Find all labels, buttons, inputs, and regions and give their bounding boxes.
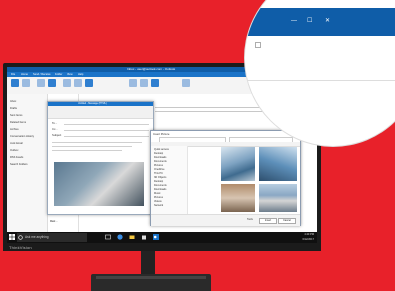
nav-item[interactable]: Network <box>154 204 163 207</box>
dialog-title: Insert Picture <box>153 132 170 136</box>
nav-item[interactable]: Documents <box>154 184 167 187</box>
folder-item[interactable]: Outbox <box>10 149 18 152</box>
maximize-button[interactable]: ☐ <box>307 17 312 25</box>
delete-button[interactable] <box>37 79 45 87</box>
task-view-icon[interactable] <box>105 234 111 240</box>
folder-item[interactable]: Sent Items <box>10 114 22 117</box>
nav-item[interactable]: 3D Objects <box>154 176 166 179</box>
clock-date: 6/12/2017 <box>302 237 314 241</box>
list-item[interactable]: Mark ... <box>50 220 58 223</box>
file-explorer-icon[interactable] <box>129 234 135 240</box>
tools-menu[interactable]: Tools <box>247 218 253 221</box>
store-icon[interactable] <box>141 234 147 240</box>
search-placeholder: Ask me anything <box>25 235 49 239</box>
nav-item[interactable]: Videos <box>154 200 162 203</box>
image-thumbnail[interactable] <box>259 147 297 181</box>
image-thumbnail[interactable] <box>221 147 255 181</box>
minimize-button[interactable]: — <box>291 17 297 25</box>
compose-ribbon <box>48 106 153 119</box>
folder-item[interactable]: Deleted Items <box>10 121 26 124</box>
nav-item[interactable]: Quick access <box>154 148 169 151</box>
folder-item[interactable]: Drafts <box>10 107 17 110</box>
folder-item[interactable]: Junk Email <box>10 142 23 145</box>
nav-item[interactable]: This PC <box>154 172 163 175</box>
zoomed-titlebar <box>245 8 395 36</box>
nav-item[interactable]: OneDrive <box>154 168 165 171</box>
folder-item[interactable]: Archive <box>10 128 19 131</box>
find-button[interactable] <box>182 79 190 87</box>
nav-item[interactable]: Documents <box>154 160 167 163</box>
forward-button[interactable] <box>85 79 93 87</box>
nav-item[interactable]: Desktop <box>154 180 163 183</box>
zoomed-ribbon <box>245 36 395 96</box>
close-button[interactable]: ✕ <box>325 17 330 25</box>
taskbar-clock: 4:40 PM 6/12/2017 <box>292 233 314 242</box>
cc-button[interactable]: Cc... <box>52 127 58 131</box>
tags-button[interactable] <box>151 79 159 87</box>
rules-button[interactable] <box>140 79 148 87</box>
subject-field[interactable] <box>64 136 149 137</box>
body-text-line <box>52 150 122 151</box>
compose-window[interactable]: Untitled - Message (HTML) To... Cc... Su… <box>47 101 154 215</box>
body-text-line <box>52 142 142 143</box>
monitor-bezel <box>3 243 321 251</box>
reply-all-button[interactable] <box>74 79 82 87</box>
nav-item[interactable]: Pictures <box>154 196 163 199</box>
nav-item[interactable]: Desktop <box>154 152 163 155</box>
nav-item[interactable]: Music <box>154 192 161 195</box>
product-photo: Inbox - user@outlook.com - Outlook File … <box>0 0 395 291</box>
new-email-button[interactable] <box>11 79 19 87</box>
to-field[interactable] <box>64 124 149 125</box>
subject-label: Subject <box>52 133 62 137</box>
nav-item[interactable]: Downloads <box>154 188 166 191</box>
image-thumbnail[interactable] <box>221 184 255 212</box>
insert-button[interactable]: Insert <box>259 218 277 224</box>
new-items-button[interactable] <box>22 79 30 87</box>
nav-item[interactable]: Downloads <box>154 156 166 159</box>
image-thumbnail[interactable] <box>259 184 297 212</box>
ribbon-divider <box>245 80 395 81</box>
body-text-line <box>52 146 132 147</box>
cancel-button[interactable]: Cancel <box>278 218 296 224</box>
folder-item[interactable]: Search Folders <box>10 163 28 166</box>
outlook-taskbar-icon[interactable] <box>153 234 159 240</box>
monitor-brand: ThinkVision <box>9 245 32 250</box>
folder-item[interactable]: Conversation History <box>10 135 34 138</box>
inserted-photo[interactable] <box>54 162 144 206</box>
edge-icon[interactable] <box>117 234 123 240</box>
options-icon[interactable] <box>255 42 261 48</box>
folder-item[interactable]: RSS Feeds <box>10 156 23 159</box>
windows-start-icon[interactable] <box>9 234 15 240</box>
to-button[interactable]: To... <box>52 121 57 125</box>
move-button[interactable] <box>129 79 137 87</box>
reply-button[interactable] <box>63 79 71 87</box>
cc-field[interactable] <box>64 130 149 131</box>
archive-button[interactable] <box>48 79 56 87</box>
insert-picture-dialog: Insert Picture Quick access Desktop Down… <box>150 130 301 226</box>
reading-text-line <box>155 111 275 112</box>
stand-highlight <box>96 276 206 279</box>
folder-item[interactable]: Inbox <box>10 100 16 103</box>
cortana-icon <box>18 235 23 240</box>
nav-item[interactable]: Pictures <box>154 164 163 167</box>
